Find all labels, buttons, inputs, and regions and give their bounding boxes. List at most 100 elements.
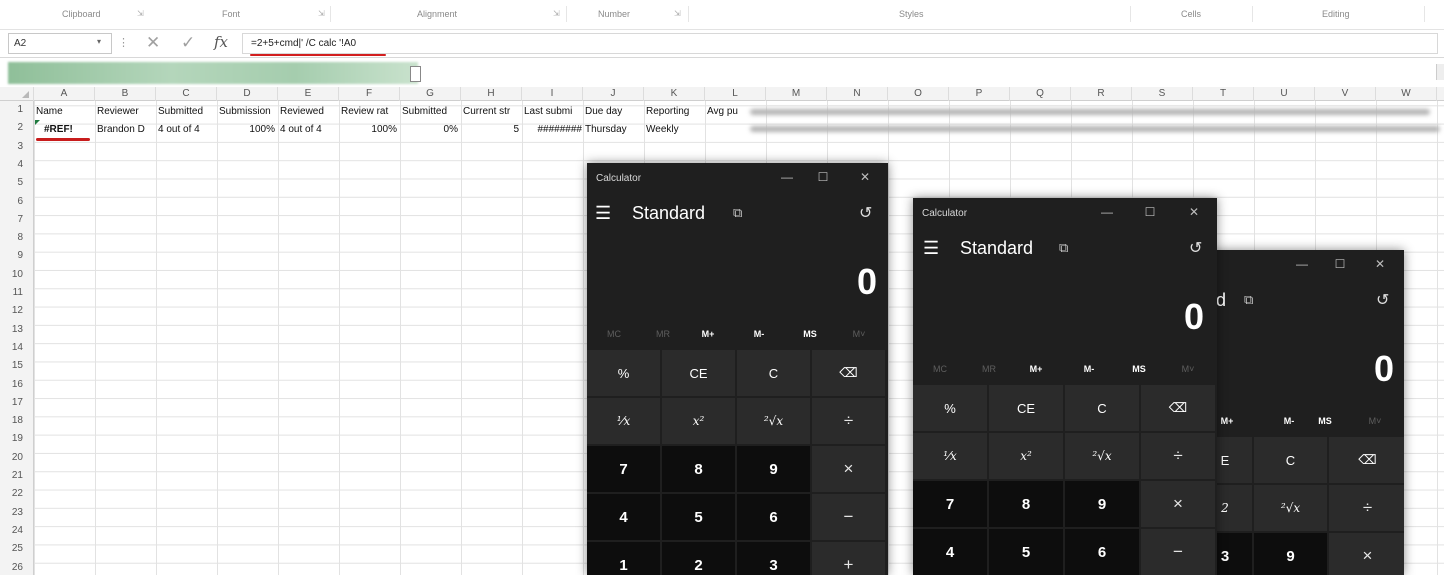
row-header-26[interactable]: 26 xyxy=(0,559,33,575)
cell-i2[interactable]: ######## xyxy=(524,121,583,139)
percent-button[interactable]: % xyxy=(913,385,987,431)
memory-list-button[interactable]: M˅ xyxy=(1173,364,1203,374)
cell-l1[interactable]: Avg pu xyxy=(707,103,741,121)
digit-4-button[interactable]: 4 xyxy=(587,494,660,540)
maximize-icon[interactable]: ☐ xyxy=(1140,205,1160,219)
alignment-launcher-icon[interactable]: ⇲ xyxy=(553,9,560,18)
memory-list-button[interactable]: M˅ xyxy=(844,329,874,339)
column-header-i[interactable]: I xyxy=(522,87,583,101)
row-header-5[interactable]: 5 xyxy=(0,174,33,192)
backspace-icon[interactable]: ⌫ xyxy=(812,350,885,396)
digit-8-button[interactable]: 8 xyxy=(989,481,1063,527)
column-header-q[interactable]: Q xyxy=(1010,87,1071,101)
digit-7-button[interactable]: 7 xyxy=(587,446,660,492)
backspace-icon[interactable]: ⌫ xyxy=(1141,385,1215,431)
name-box-dropdown-icon[interactable]: ▾ xyxy=(97,37,101,46)
clear-button[interactable]: C xyxy=(1065,385,1139,431)
memory-subtract-button[interactable]: M- xyxy=(1274,416,1304,426)
cell-j2[interactable]: Thursday xyxy=(585,121,643,139)
memory-clear-button[interactable]: MC xyxy=(925,364,955,374)
divide-button[interactable]: ÷ xyxy=(1141,433,1215,479)
digit-3-button[interactable]: 3 xyxy=(737,542,810,575)
divide-button[interactable]: ÷ xyxy=(812,398,885,444)
square-button[interactable]: x² xyxy=(662,398,735,444)
cancel-icon[interactable]: ✕ xyxy=(146,34,160,52)
backspace-icon[interactable]: ⌫ xyxy=(1329,437,1404,483)
row-header-18[interactable]: 18 xyxy=(0,412,33,430)
percent-button[interactable]: % xyxy=(587,350,660,396)
square-root-button[interactable]: ²√x xyxy=(1254,485,1327,531)
square-root-button[interactable]: ²√x xyxy=(737,398,810,444)
calculator-window-3[interactable]: — ☐ ✕ d ⧉ ↺ 0 M+ M- MS M˅ E C ⌫ 2 ²√x ÷ … xyxy=(1198,250,1404,575)
cell-b2[interactable]: Brandon D xyxy=(97,121,155,139)
row-header-23[interactable]: 23 xyxy=(0,504,33,522)
clear-entry-button[interactable]: CE xyxy=(989,385,1063,431)
minimize-icon[interactable]: — xyxy=(777,170,797,184)
cell-h2[interactable]: 5 xyxy=(463,121,519,139)
keep-on-top-icon[interactable]: ⧉ xyxy=(1244,292,1253,308)
digit-6-button[interactable]: 6 xyxy=(737,494,810,540)
column-header-j[interactable]: J xyxy=(583,87,644,101)
memory-subtract-button[interactable]: M- xyxy=(744,329,774,339)
cell-b1[interactable]: Reviewer xyxy=(97,103,155,121)
cell-c1[interactable]: Submitted xyxy=(158,103,216,121)
column-header-k[interactable]: K xyxy=(644,87,705,101)
cell-d2[interactable]: 100% xyxy=(219,121,275,139)
row-header-25[interactable]: 25 xyxy=(0,540,33,558)
subtract-button[interactable]: − xyxy=(812,494,885,540)
digit-1-button[interactable]: 1 xyxy=(587,542,660,575)
column-header-n[interactable]: N xyxy=(827,87,888,101)
column-header-b[interactable]: B xyxy=(95,87,156,101)
subtract-button[interactable]: − xyxy=(1141,529,1215,575)
row-header-10[interactable]: 10 xyxy=(0,266,33,284)
column-header-g[interactable]: G xyxy=(400,87,461,101)
multiply-button[interactable]: × xyxy=(812,446,885,492)
clear-entry-button[interactable]: CE xyxy=(662,350,735,396)
insert-function-icon[interactable]: fx xyxy=(214,33,228,51)
column-header-r[interactable]: R xyxy=(1071,87,1132,101)
calculator-titlebar[interactable]: — ☐ ✕ xyxy=(1198,250,1404,282)
column-header-t[interactable]: T xyxy=(1193,87,1254,101)
formula-input[interactable]: =2+5+cmd|' /C calc '!A0 xyxy=(242,33,1438,54)
history-icon[interactable]: ↺ xyxy=(1189,238,1202,258)
row-header-21[interactable]: 21 xyxy=(0,467,33,485)
row-header-4[interactable]: 4 xyxy=(0,156,33,174)
history-icon[interactable]: ↺ xyxy=(859,203,872,223)
column-header-a[interactable]: A xyxy=(34,87,95,101)
memory-recall-button[interactable]: MR xyxy=(974,364,1004,374)
column-header-m[interactable]: M xyxy=(766,87,827,101)
maximize-icon[interactable]: ☐ xyxy=(1330,257,1350,271)
column-header-l[interactable]: L xyxy=(705,87,766,101)
memory-store-button[interactable]: MS xyxy=(795,329,825,339)
cell-e1[interactable]: Reviewed xyxy=(280,103,338,121)
hamburger-menu-icon[interactable]: ☰ xyxy=(595,203,611,224)
add-button[interactable]: + xyxy=(812,542,885,575)
row-header-15[interactable]: 15 xyxy=(0,357,33,375)
history-icon[interactable]: ↺ xyxy=(1376,290,1389,310)
row-header-20[interactable]: 20 xyxy=(0,449,33,467)
digit-9-button[interactable]: 9 xyxy=(1065,481,1139,527)
cell-d1[interactable]: Submission xyxy=(219,103,277,121)
memory-add-button[interactable]: M+ xyxy=(693,329,723,339)
font-launcher-icon[interactable]: ⇲ xyxy=(318,9,325,18)
memory-recall-button[interactable]: MR xyxy=(648,329,678,339)
clipboard-launcher-icon[interactable]: ⇲ xyxy=(137,9,144,18)
keep-on-top-icon[interactable]: ⧉ xyxy=(1059,240,1068,256)
memory-store-button[interactable]: MS xyxy=(1310,416,1340,426)
calculator-window-1[interactable]: Calculator — ☐ ✕ ☰ Standard ⧉ ↺ 0 MC MR … xyxy=(587,163,888,575)
minimize-icon[interactable]: — xyxy=(1292,257,1312,271)
digit-8-button[interactable]: 8 xyxy=(662,446,735,492)
row-header-11[interactable]: 11 xyxy=(0,284,33,302)
row-header-9[interactable]: 9 xyxy=(0,247,33,265)
minimize-icon[interactable]: — xyxy=(1097,205,1117,219)
column-header-h[interactable]: H xyxy=(461,87,522,101)
cell-k2[interactable]: Weekly xyxy=(646,121,704,139)
calculator-titlebar[interactable]: Calculator — ☐ ✕ xyxy=(587,163,888,195)
reciprocal-button[interactable]: ¹⁄x xyxy=(587,398,660,444)
cell-g2[interactable]: 0% xyxy=(402,121,458,139)
square-button[interactable]: x² xyxy=(989,433,1063,479)
column-header-f[interactable]: F xyxy=(339,87,400,101)
cell-a2[interactable]: #REF! xyxy=(44,121,92,139)
divide-button[interactable]: ÷ xyxy=(1329,485,1404,531)
row-header-24[interactable]: 24 xyxy=(0,522,33,540)
